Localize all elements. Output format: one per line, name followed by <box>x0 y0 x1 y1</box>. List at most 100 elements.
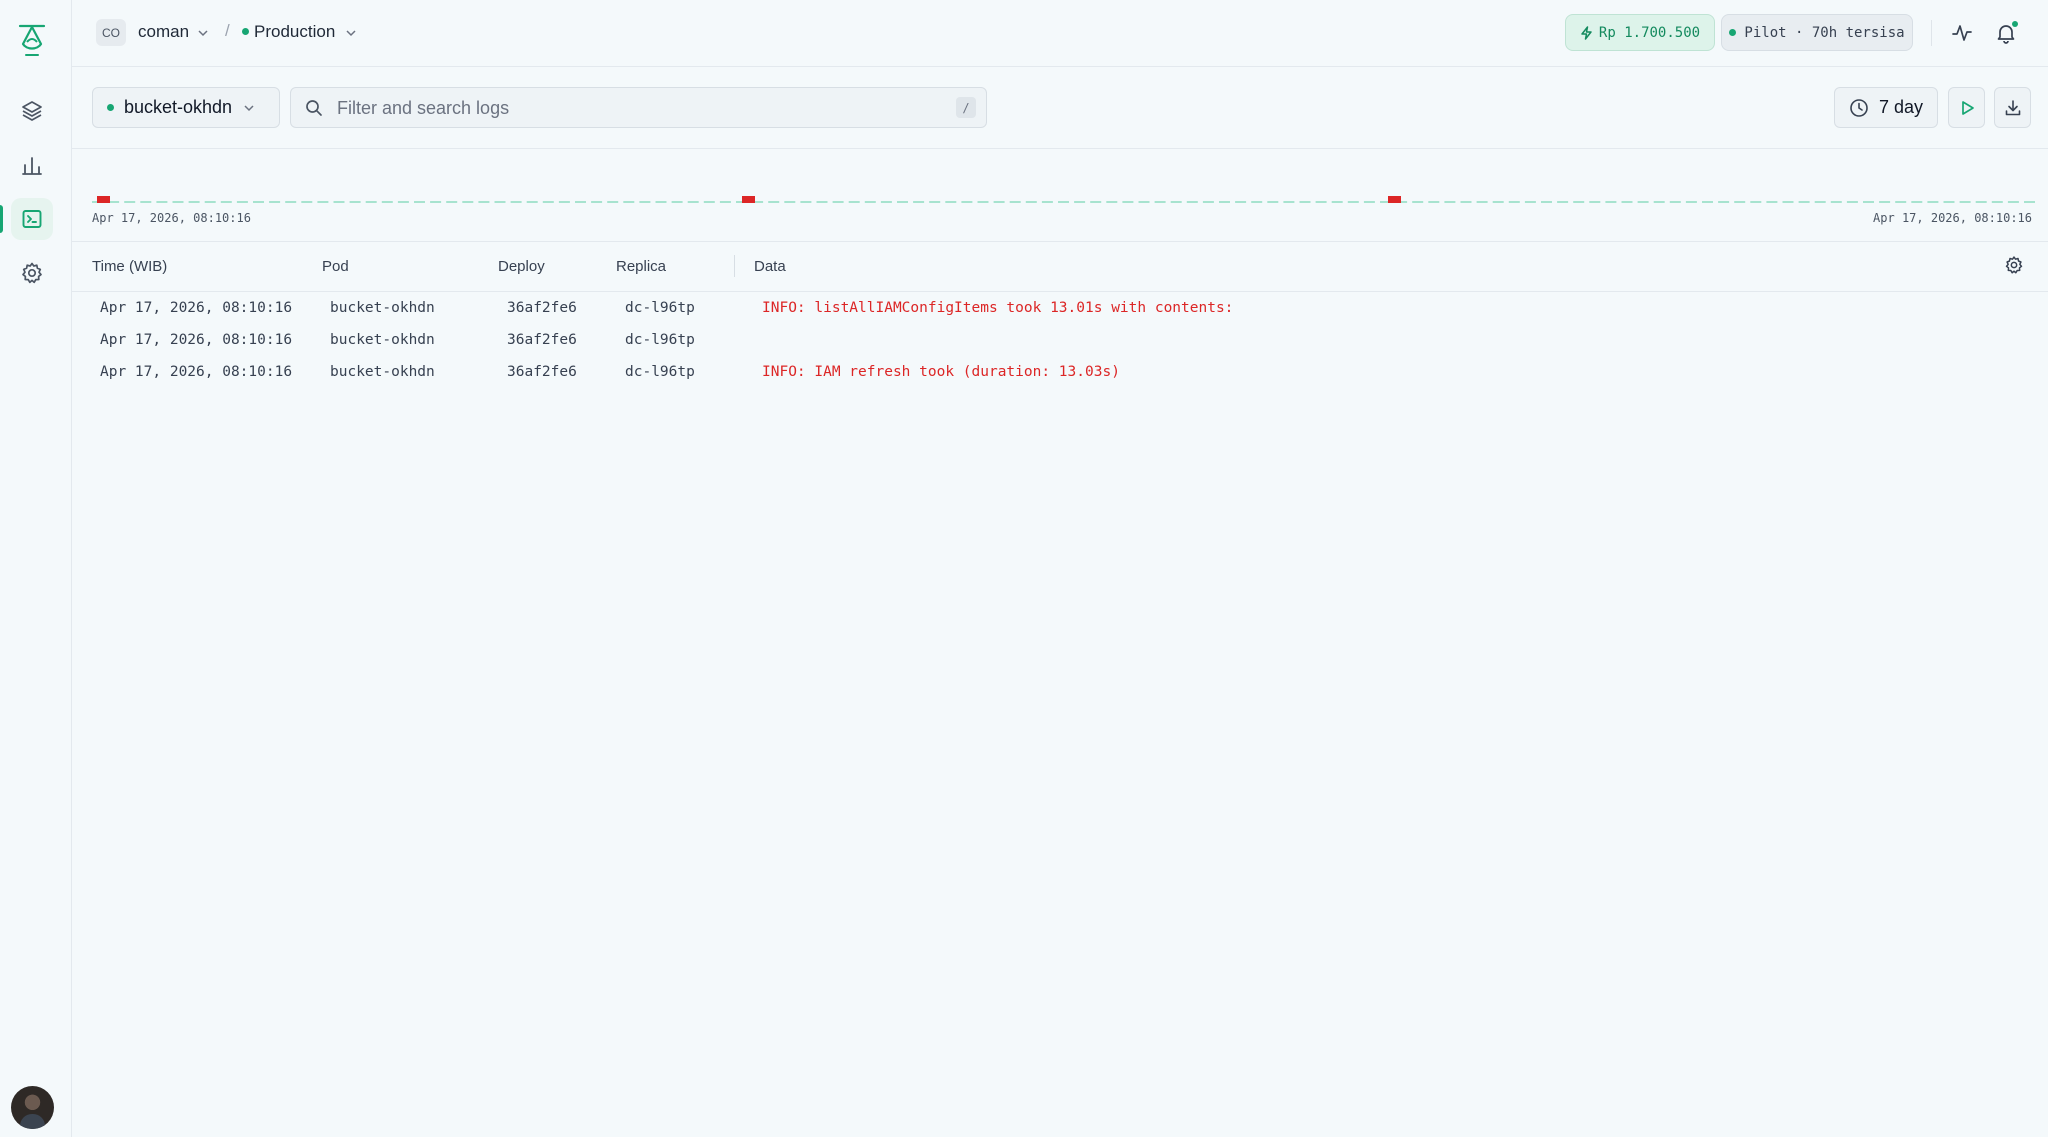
histogram-bucket[interactable] <box>1283 201 1295 203</box>
histogram-bucket[interactable] <box>1444 201 1456 203</box>
histogram-bucket[interactable] <box>1766 201 1778 203</box>
histogram-bucket[interactable] <box>1718 201 1730 203</box>
histogram-bucket[interactable] <box>253 201 264 203</box>
histogram-chart[interactable] <box>72 149 2048 209</box>
histogram-bucket[interactable] <box>1331 201 1343 203</box>
histogram-bucket[interactable] <box>1573 201 1585 203</box>
histogram-bucket[interactable] <box>1315 201 1327 203</box>
histogram-bucket[interactable] <box>333 201 345 203</box>
column-header-pod[interactable]: Pod <box>322 258 349 275</box>
histogram-bucket[interactable] <box>1991 201 2003 203</box>
gear-icon[interactable] <box>2004 255 2024 275</box>
histogram-bucket[interactable] <box>864 201 876 203</box>
sidebar-item-settings[interactable] <box>11 252 53 294</box>
histogram-error-bucket[interactable] <box>97 196 110 203</box>
histogram-bucket[interactable] <box>1943 201 1955 203</box>
histogram-bucket[interactable] <box>1138 201 1150 203</box>
histogram-bucket[interactable] <box>993 201 1005 203</box>
histogram-bucket[interactable] <box>671 201 683 203</box>
histogram-error-bucket[interactable] <box>1388 196 1401 203</box>
plan-status-button[interactable]: Pilot · 70h tersisa <box>1721 14 1913 51</box>
histogram-bucket[interactable] <box>1911 201 1923 203</box>
histogram-bucket[interactable] <box>172 201 184 203</box>
histogram-bucket[interactable] <box>1830 201 1842 203</box>
histogram-bucket[interactable] <box>365 201 377 203</box>
histogram-bucket[interactable] <box>1476 201 1488 203</box>
sidebar-item-metrics[interactable] <box>11 144 53 186</box>
histogram-bucket[interactable] <box>768 201 780 203</box>
histogram-bucket[interactable] <box>784 201 796 203</box>
chevron-down-icon[interactable] <box>344 26 358 40</box>
histogram-bucket[interactable] <box>124 201 136 203</box>
histogram-bucket[interactable] <box>1492 201 1504 203</box>
histogram-bucket[interactable] <box>1122 201 1134 203</box>
histogram-bucket[interactable] <box>607 201 619 203</box>
live-tail-button[interactable] <box>1948 87 1985 128</box>
histogram-bucket[interactable] <box>236 201 248 203</box>
histogram-bucket[interactable] <box>140 201 152 203</box>
histogram-bucket[interactable] <box>1428 201 1440 203</box>
table-row[interactable]: Apr 17, 2026, 08:10:16 bucket-okhdn 36af… <box>72 292 2048 324</box>
histogram-bucket[interactable] <box>1009 201 1021 203</box>
time-range-button[interactable]: 7 day <box>1834 87 1938 128</box>
histogram-bucket[interactable] <box>301 201 313 203</box>
table-row[interactable]: Apr 17, 2026, 08:10:16 bucket-okhdn 36af… <box>72 356 2048 388</box>
histogram-bucket[interactable] <box>703 201 715 203</box>
histogram-bucket[interactable] <box>687 201 699 203</box>
histogram-bucket[interactable] <box>1814 201 1826 203</box>
logo-icon[interactable] <box>16 22 48 58</box>
histogram-bucket[interactable] <box>1025 201 1037 203</box>
service-select[interactable]: bucket-okhdn <box>92 87 280 128</box>
notifications-button[interactable] <box>1993 20 2019 46</box>
histogram-bucket[interactable] <box>575 201 586 203</box>
histogram-bucket[interactable] <box>1074 201 1086 203</box>
histogram-bucket[interactable] <box>414 201 425 203</box>
histogram-bucket[interactable] <box>1879 201 1891 203</box>
histogram-bucket[interactable] <box>977 201 989 203</box>
histogram-bucket[interactable] <box>269 201 281 203</box>
histogram-bucket[interactable] <box>1251 201 1263 203</box>
histogram-bucket[interactable] <box>526 201 538 203</box>
histogram-bucket[interactable] <box>1524 201 1536 203</box>
histogram-bucket[interactable] <box>1508 201 1520 203</box>
histogram-bucket[interactable] <box>2024 201 2035 203</box>
histogram-bucket[interactable] <box>285 201 297 203</box>
histogram-bucket[interactable] <box>1621 201 1633 203</box>
log-histogram[interactable]: Apr 17, 2026, 08:10:16 Apr 17, 2026, 08:… <box>72 149 2048 242</box>
histogram-bucket[interactable] <box>1412 201 1424 203</box>
credit-balance-button[interactable]: Rp 1.700.500 <box>1565 14 1715 51</box>
histogram-bucket[interactable] <box>1750 201 1762 203</box>
histogram-bucket[interactable] <box>446 201 458 203</box>
histogram-bucket[interactable] <box>542 201 554 203</box>
histogram-bucket[interactable] <box>510 201 522 203</box>
chevron-down-icon[interactable] <box>196 26 210 40</box>
histogram-bucket[interactable] <box>1557 201 1569 203</box>
histogram-error-bucket[interactable] <box>742 196 755 203</box>
histogram-bucket[interactable] <box>1170 201 1182 203</box>
histogram-bucket[interactable] <box>1734 201 1746 203</box>
histogram-bucket[interactable] <box>204 201 216 203</box>
histogram-bucket[interactable] <box>1219 201 1230 203</box>
org-badge[interactable]: CO <box>96 19 126 46</box>
histogram-bucket[interactable] <box>1637 201 1649 203</box>
histogram-bucket[interactable] <box>1363 201 1375 203</box>
histogram-bucket[interactable] <box>591 201 603 203</box>
histogram-bucket[interactable] <box>848 201 860 203</box>
activity-button[interactable] <box>1949 20 1975 46</box>
histogram-bucket[interactable] <box>1863 201 1874 203</box>
histogram-bucket[interactable] <box>1685 201 1697 203</box>
environment-switcher[interactable]: Production <box>254 22 335 42</box>
histogram-bucket[interactable] <box>462 201 474 203</box>
table-row[interactable]: Apr 17, 2026, 08:10:16 bucket-okhdn 36af… <box>72 324 2048 356</box>
histogram-bucket[interactable] <box>494 201 506 203</box>
histogram-bucket[interactable] <box>655 201 667 203</box>
histogram-bucket[interactable] <box>1041 201 1053 203</box>
histogram-bucket[interactable] <box>961 201 973 203</box>
histogram-bucket[interactable] <box>397 201 409 203</box>
histogram-bucket[interactable] <box>188 201 200 203</box>
histogram-bucket[interactable] <box>1959 201 1971 203</box>
histogram-bucket[interactable] <box>719 201 731 203</box>
column-header-deploy[interactable]: Deploy <box>498 258 545 275</box>
download-button[interactable] <box>1994 87 2031 128</box>
histogram-bucket[interactable] <box>1702 201 1713 203</box>
